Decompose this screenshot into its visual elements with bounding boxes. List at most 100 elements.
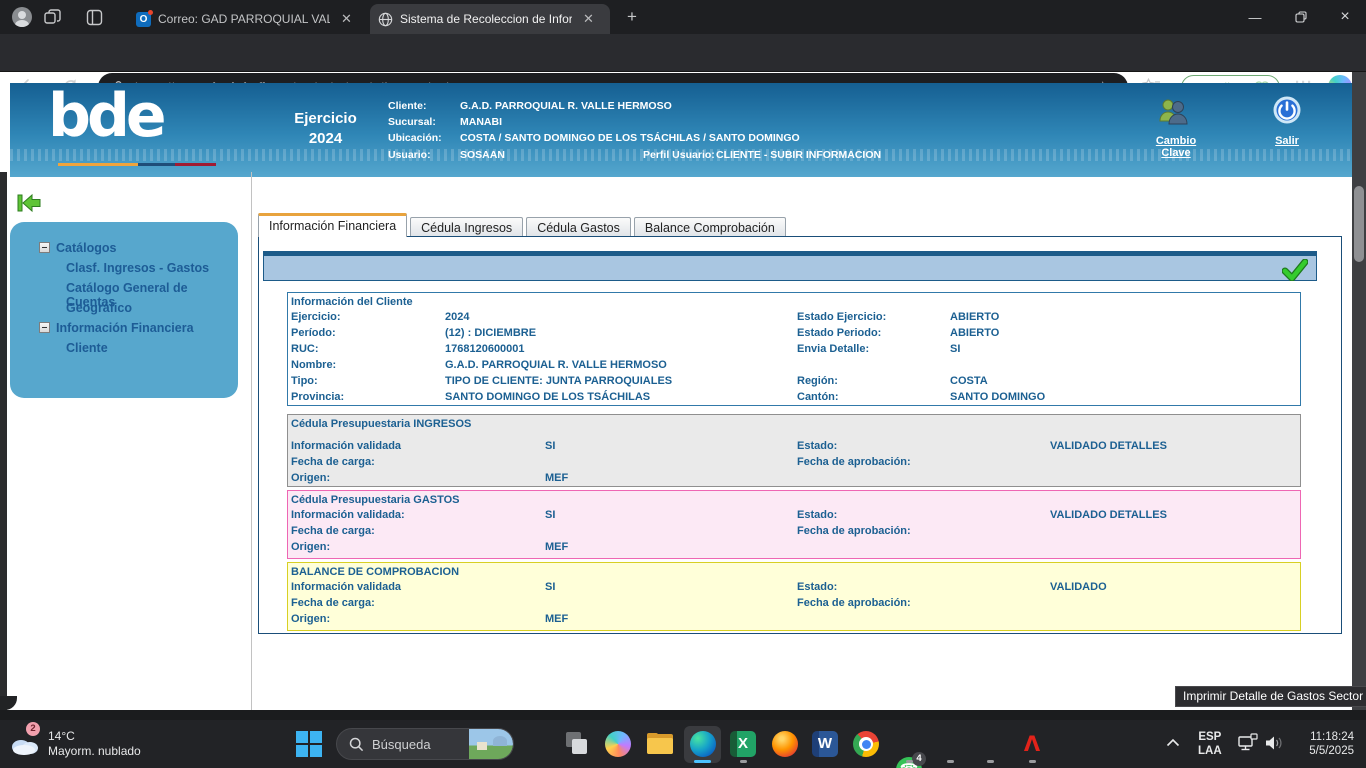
- sidebar-item-geografico[interactable]: Geográfico: [10, 299, 238, 319]
- app-header: bde Ejercicio2024 Cliente: G.A.D. PARROQ…: [10, 83, 1356, 177]
- chrome-icon[interactable]: [853, 731, 879, 757]
- field-value: SI: [950, 343, 960, 355]
- field-label: Origen:: [291, 613, 330, 625]
- field-value: SI: [545, 440, 555, 452]
- section-row: Información validada SI Estado: VALIDADO: [288, 580, 1300, 596]
- section-row: Información validada: SI Estado: VALIDAD…: [288, 508, 1300, 524]
- new-tab-button[interactable]: +: [622, 7, 642, 27]
- window-minimize-button[interactable]: —: [1232, 0, 1278, 34]
- sidebar-item-informacion-financiera[interactable]: Información Financiera: [10, 319, 238, 339]
- language-indicator[interactable]: ESPLAA: [1198, 730, 1222, 758]
- sidebar-item-catalogo-general-cuentas[interactable]: Catálogo General de Cuentas: [10, 279, 238, 299]
- edge-icon[interactable]: [690, 731, 716, 757]
- browser-toolbar: https://consulta.bde.fin.ec/WebSim/Login…: [0, 34, 1366, 72]
- tab-title: Correo: GAD PARROQUIAL VALLE: [158, 12, 330, 26]
- field-label: Información validada:: [291, 509, 405, 521]
- cambio-clave-link[interactable]: Cambio Clave: [1140, 135, 1212, 159]
- field-label: Período:: [291, 327, 336, 339]
- taskbar: [0, 720, 1366, 768]
- tab-cedula-gastos[interactable]: Cédula Gastos: [526, 217, 631, 237]
- tab-cedula-ingresos[interactable]: Cédula Ingresos: [410, 217, 523, 237]
- users-icon[interactable]: [1156, 97, 1190, 125]
- field-value: 1768120600001: [445, 343, 525, 355]
- collapse-menu-arrow-icon[interactable]: [17, 193, 41, 213]
- content-tabbar: Información Financiera Cédula Ingresos C…: [258, 213, 789, 237]
- field-label: Región:: [797, 375, 838, 387]
- field-label: Fecha de aprobación:: [797, 456, 911, 468]
- column-divider: [251, 172, 252, 710]
- field-label: Fecha de carga:: [291, 456, 375, 468]
- field-value: SANTO DOMINGO DE LOS TSÁCHILAS: [445, 391, 650, 403]
- scrollbar[interactable]: [1352, 72, 1366, 710]
- scrollbar-thumb[interactable]: [1354, 186, 1364, 262]
- browser-tab-system[interactable]: Sistema de Recoleccion de Inform ✕: [370, 4, 610, 34]
- network-icon[interactable]: [1237, 733, 1259, 753]
- field-value: MEF: [545, 541, 568, 553]
- sidebar-item-label: Catálogos: [56, 241, 116, 255]
- tab-title: Sistema de Recoleccion de Inform: [400, 12, 572, 26]
- tray-date: 5/5/2025: [1296, 744, 1354, 758]
- ubicacion-value: COSTA / SANTO DOMINGO DE LOS TSÁCHILAS /…: [460, 132, 800, 144]
- search-icon: [349, 737, 364, 752]
- box-title: Cédula Presupuestaria GASTOS: [288, 493, 1300, 508]
- file-explorer-icon[interactable]: [647, 731, 673, 757]
- field-label: Nombre:: [291, 359, 336, 371]
- excel-icon[interactable]: X: [730, 731, 756, 757]
- tray-chevron-icon[interactable]: [1166, 738, 1180, 747]
- window-close-button[interactable]: ×: [1324, 0, 1366, 34]
- field-label: RUC:: [291, 343, 319, 355]
- usuario-value: SOSAAN: [460, 149, 505, 161]
- sidebar-item-cliente[interactable]: Cliente: [10, 339, 238, 359]
- field-value: VALIDADO DETALLES: [1050, 440, 1167, 452]
- globe-icon: [378, 12, 393, 27]
- browser-tab-outlook[interactable]: O Correo: GAD PARROQUIAL VALLE ✕: [128, 4, 366, 34]
- field-value: VALIDADO DETALLES: [1050, 509, 1167, 521]
- running-indicator: [906, 760, 913, 763]
- logo-underline: [58, 163, 216, 166]
- window-restore-button[interactable]: [1278, 0, 1324, 34]
- info-row: Nombre: G.A.D. PARROQUIAL R. VALLE HERMO…: [288, 358, 1300, 374]
- taskbar-copilot-icon[interactable]: [605, 731, 631, 757]
- power-icon[interactable]: [1272, 95, 1302, 125]
- sidebar-item-catalogos[interactable]: Catálogos: [10, 239, 238, 259]
- section-row: Origen: MEF: [288, 471, 1300, 487]
- section-row: Fecha de carga: Fecha de aprobación:: [288, 524, 1300, 540]
- running-indicator: [740, 760, 747, 763]
- field-label: Fecha de aprobación:: [797, 597, 911, 609]
- sidebar-item-clasf-ingresos-gastos[interactable]: Clasf. Ingresos - Gastos: [10, 259, 238, 279]
- tab-close-icon[interactable]: ✕: [338, 11, 355, 27]
- firefox-icon[interactable]: [772, 731, 798, 757]
- cliente-value: G.A.D. PARROQUIAL R. VALLE HERMOSO: [460, 100, 672, 112]
- field-label: Estado Periodo:: [797, 327, 881, 339]
- taskbar-search[interactable]: Búsqueda: [336, 728, 514, 760]
- cliente-label: Cliente:: [388, 100, 427, 112]
- sucursal-label: Sucursal:: [388, 116, 436, 128]
- tab-informacion-financiera[interactable]: Información Financiera: [258, 213, 407, 237]
- tab-actions-icon[interactable]: [86, 9, 103, 26]
- collapse-box-icon[interactable]: [39, 322, 50, 333]
- field-label: Provincia:: [291, 391, 344, 403]
- browser-profile-avatar[interactable]: [12, 7, 32, 27]
- tab-close-icon[interactable]: ✕: [580, 11, 597, 27]
- ejercicio-title: Ejercicio2024: [263, 109, 388, 149]
- field-value: SI: [545, 509, 555, 521]
- clock[interactable]: 11:18:24 5/5/2025: [1296, 730, 1354, 758]
- field-value: MEF: [545, 613, 568, 625]
- salir-link[interactable]: Salir: [1265, 135, 1309, 147]
- task-view-icon[interactable]: [564, 731, 590, 757]
- acrobat-icon[interactable]: Λ: [1019, 731, 1045, 757]
- page-corner: [0, 696, 17, 710]
- field-label: Estado:: [797, 440, 837, 452]
- tab-balance-comprobacion[interactable]: Balance Comprobación: [634, 217, 786, 237]
- validated-check-icon[interactable]: [1282, 259, 1308, 281]
- sidebar-menu: Catálogos Clasf. Ingresos - Gastos Catál…: [10, 222, 238, 398]
- sidebar-item-label: Clasf. Ingresos - Gastos: [66, 261, 209, 275]
- tooltip: Imprimir Detalle de Gastos Sector: [1175, 686, 1366, 707]
- collapse-box-icon[interactable]: [39, 242, 50, 253]
- tab-group-icon[interactable]: [44, 9, 61, 26]
- speaker-icon[interactable]: [1264, 734, 1284, 752]
- start-button[interactable]: [296, 731, 322, 757]
- word-icon[interactable]: W: [812, 731, 838, 757]
- section-row: Fecha de carga: Fecha de aprobación:: [288, 455, 1300, 471]
- cloud-icon: [10, 733, 40, 755]
